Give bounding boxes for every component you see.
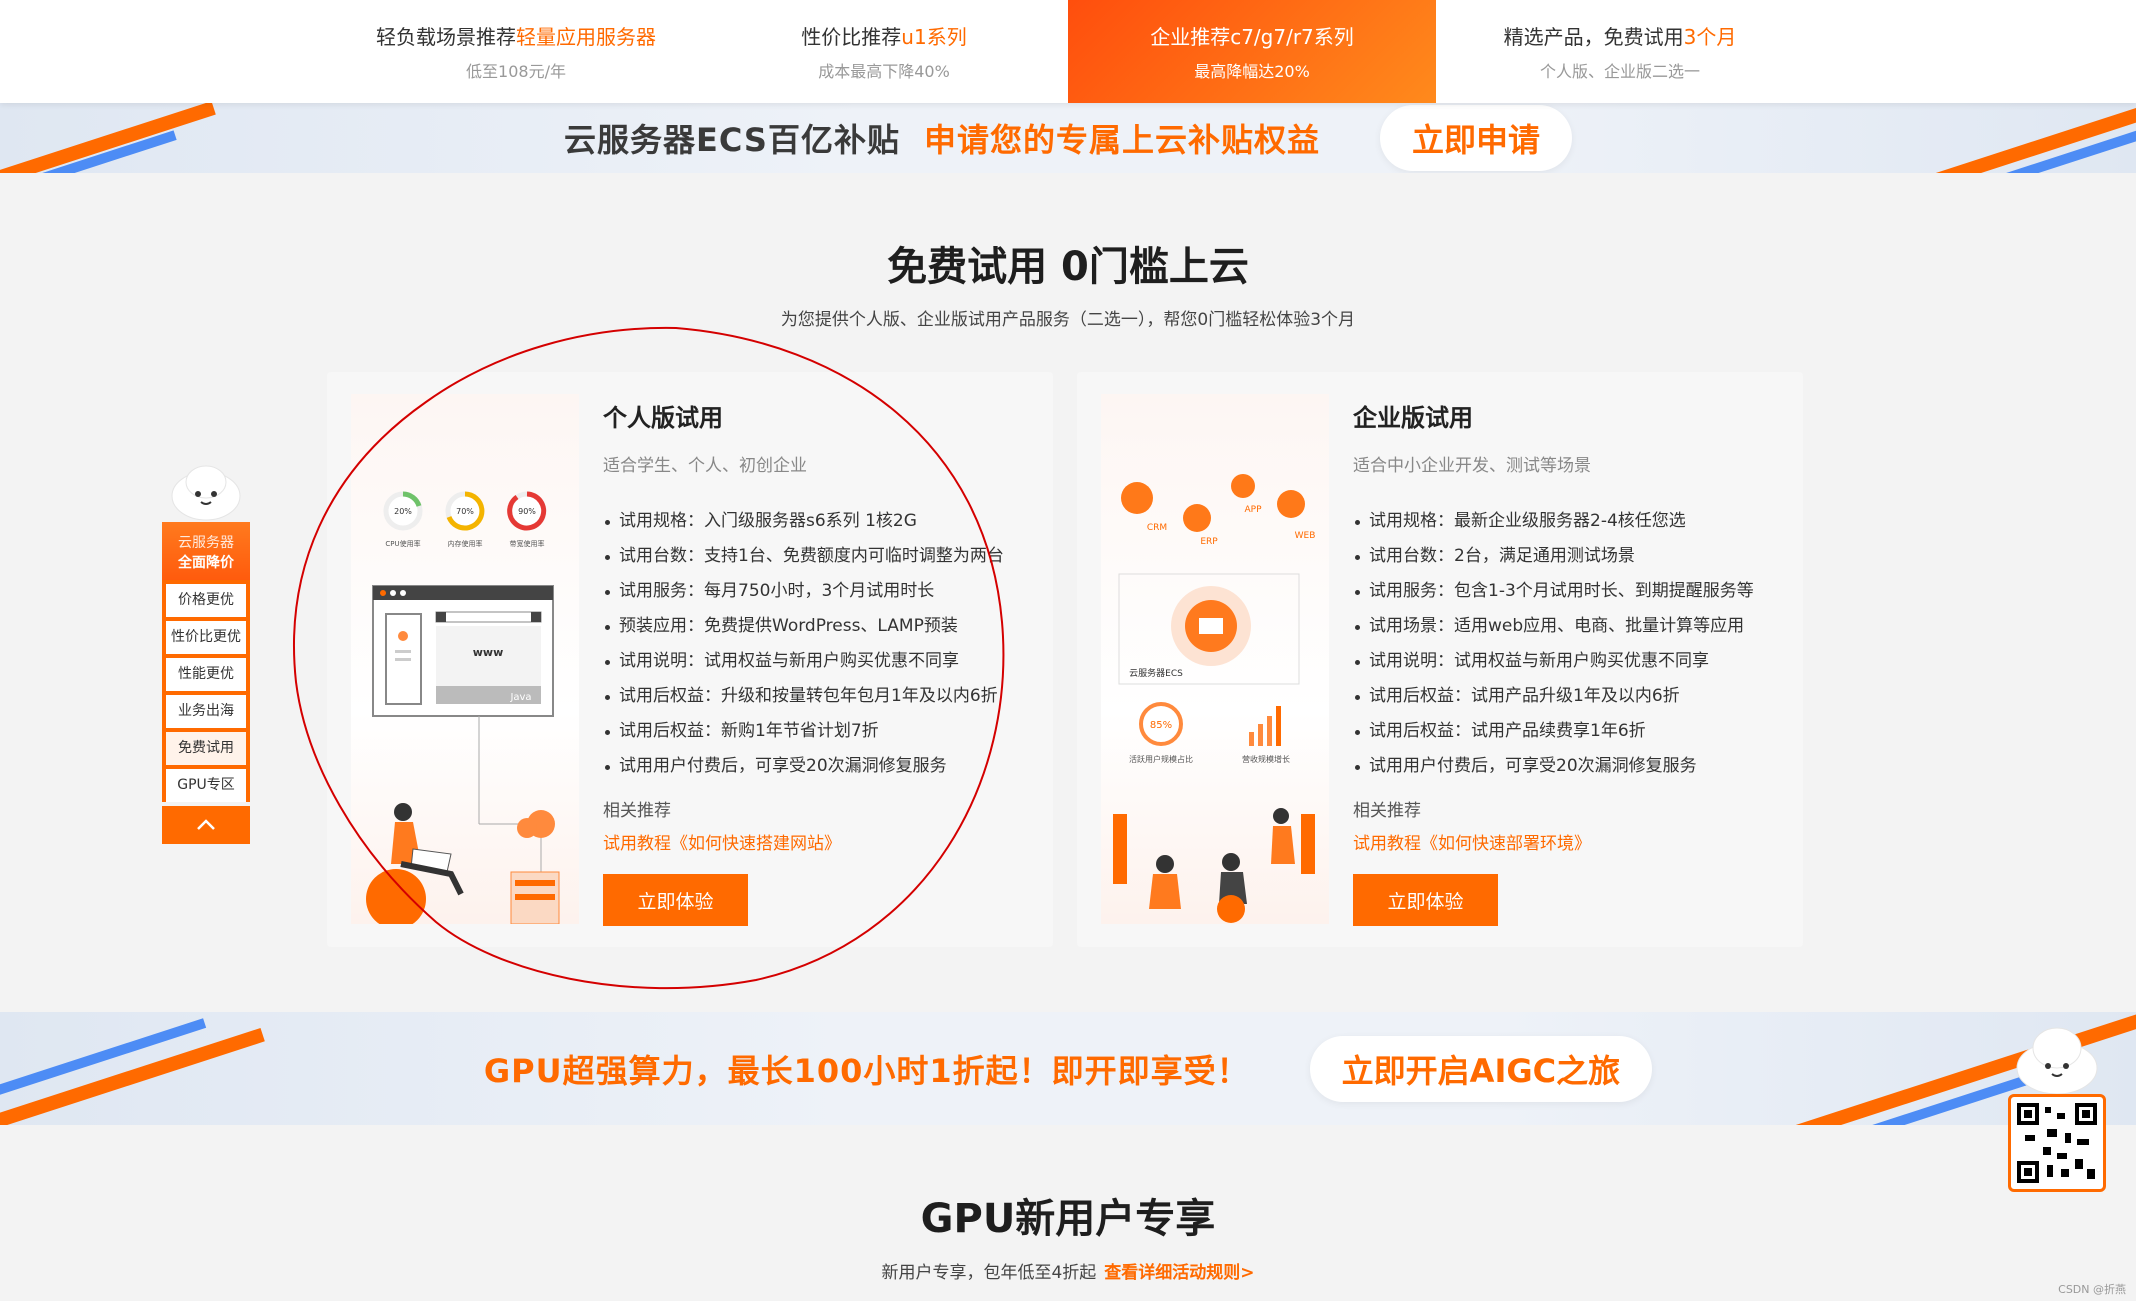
sidenav-item-gpu[interactable]: GPU专区: [166, 769, 246, 802]
qr-widget[interactable]: [2004, 1022, 2108, 1194]
sidenav-item-performance[interactable]: 性能更优: [166, 658, 246, 691]
personal-illustration: 20% 70% 90% CPU使用率 内存使用率 带宽使用率 www Java: [351, 394, 579, 924]
try-now-button[interactable]: 立即体验: [603, 874, 748, 926]
banner-highlight: 申请您的专属上云补贴权益: [923, 121, 1320, 159]
list-item: 试用台数：支持1台、免费额度内可临时调整为两台: [603, 539, 1043, 574]
aigc-button[interactable]: 立即开启AIGC之旅: [1309, 1035, 1653, 1102]
svg-text:CRM: CRM: [1147, 523, 1167, 533]
cloud-ecs-illustration: CRM ERP APP WEB 云服务器ECS 85% 活跃用户规模占比 营收规…: [1113, 474, 1316, 923]
svg-text:云服务器ECS: 云服务器ECS: [1129, 667, 1183, 679]
back-to-top-button[interactable]: [162, 806, 250, 844]
section-title: 免费试用 0门槛上云: [887, 244, 1249, 290]
try-now-button[interactable]: 立即体验: [1353, 874, 1498, 926]
svg-text:Java: Java: [509, 692, 531, 703]
svg-text:带宽使用率: 带宽使用率: [510, 539, 545, 548]
svg-text:内存使用率: 内存使用率: [448, 539, 483, 548]
svg-text:WEB: WEB: [1295, 531, 1316, 541]
list-item: 试用台数：2台，满足通用测试场景: [1353, 539, 1793, 574]
list-item: 试用后权益：新购1年节省计划7折: [603, 714, 1043, 749]
trial-feature-list: 试用规格：最新企业级服务器2-4核任您选 试用台数：2台，满足通用测试场景 试用…: [1353, 504, 1793, 784]
list-item: 试用规格：入门级服务器s6系列 1核2G: [603, 504, 1043, 539]
list-item: 试用服务：包含1-3个月试用时长、到期提醒服务等: [1353, 574, 1793, 609]
top-tabs: 轻负载场景推荐轻量应用服务器 低至108元/年 性价比推荐u1系列 成本最高下降…: [0, 0, 2136, 103]
card-description: 适合中小企业开发、测试等场景: [1353, 456, 1591, 476]
enterprise-illustration: CRM ERP APP WEB 云服务器ECS 85% 活跃用户规模占比 营收规…: [1101, 394, 1329, 924]
server-monitor-illustration: 20% 70% 90% CPU使用率 内存使用率 带宽使用率 www Java: [366, 491, 560, 924]
enterprise-trial-card: CRM ERP APP WEB 云服务器ECS 85% 活跃用户规模占比 营收规…: [1077, 372, 1803, 947]
card-description: 适合学生、个人、初创企业: [603, 456, 807, 476]
gpu-section-title: GPU新用户专享: [920, 1196, 1216, 1242]
list-item: 试用说明：试用权益与新用户购买优惠不同享: [603, 644, 1043, 679]
svg-text:www: www: [473, 646, 504, 659]
floating-sidenav: 云服务器 全面降价 价格更优 性价比更优 性能更优 业务出海 免费试用 GPU专…: [162, 462, 250, 844]
svg-text:ERP: ERP: [1200, 537, 1218, 547]
sidenav-item-overseas[interactable]: 业务出海: [166, 695, 246, 728]
decor-stripe: [0, 103, 216, 173]
personal-trial-card: 20% 70% 90% CPU使用率 内存使用率 带宽使用率 www Java …: [327, 372, 1053, 947]
chevron-up-icon: [197, 819, 215, 830]
list-item: 试用用户付费后，可享受20次漏洞修复服务: [603, 749, 1043, 784]
sidenav-item-value[interactable]: 性价比更优: [166, 621, 246, 654]
activity-rules-link[interactable]: 查看详细活动规则>: [1104, 1263, 1254, 1283]
list-item: 试用后权益：升级和按量转包年包月1年及以内6折: [603, 679, 1043, 714]
list-item: 试用用户付费后，可享受20次漏洞修复服务: [1353, 749, 1793, 784]
gpu-section-subtitle: 新用户专享，包年低至4折起 查看详细活动规则>: [881, 1263, 1255, 1283]
subsidy-banner: 云服务器ECS百亿补贴 申请您的专属上云补贴权益 立即申请: [0, 103, 2136, 173]
svg-text:APP: APP: [1244, 505, 1262, 515]
tab-lightweight[interactable]: 轻负载场景推荐轻量应用服务器 低至108元/年: [332, 0, 700, 103]
qr-code-icon: [2008, 1094, 2106, 1192]
svg-text:20%: 20%: [394, 507, 412, 516]
mascot-icon: [2016, 1027, 2098, 1095]
tab-value[interactable]: 性价比推荐u1系列 成本最高下降40%: [700, 0, 1068, 103]
related-title: 相关推荐: [603, 801, 671, 821]
tab-enterprise[interactable]: 企业推荐c7/g7/r7系列 最高降幅达20%: [1068, 0, 1436, 103]
gpu-banner-text: GPU超强算力，最长100小时1折起！即开即享受！: [483, 1051, 1250, 1090]
banner-title: 云服务器ECS百亿补贴: [563, 121, 900, 159]
section-subtitle: 为您提供个人版、企业版试用产品服务（二选一），帮您0门槛轻松体验3个月: [780, 310, 1356, 330]
list-item: 试用规格：最新企业级服务器2-4核任您选: [1353, 504, 1793, 539]
watermark: CSDN @折燕: [2058, 1283, 2126, 1296]
mascot-icon: [166, 462, 246, 522]
list-item: 试用说明：试用权益与新用户购买优惠不同享: [1353, 644, 1793, 679]
gpu-banner: GPU超强算力，最长100小时1折起！即开即享受！ 立即开启AIGC之旅: [0, 1012, 2136, 1125]
svg-text:营收规模增长: 营收规模增长: [1242, 754, 1290, 764]
card-title: 企业版试用: [1353, 404, 1473, 432]
list-item: 试用场景：适用web应用、电商、批量计算等应用: [1353, 609, 1793, 644]
tutorial-link[interactable]: 试用教程《如何快速搭建网站》: [603, 829, 1043, 854]
trial-feature-list: 试用规格：入门级服务器s6系列 1核2G 试用台数：支持1台、免费额度内可临时调…: [603, 504, 1043, 784]
svg-text:CPU使用率: CPU使用率: [385, 539, 420, 548]
list-item: 试用服务：每月750小时，3个月试用时长: [603, 574, 1043, 609]
sidenav-item-free-trial[interactable]: 免费试用: [166, 732, 246, 765]
tutorial-link[interactable]: 试用教程《如何快速部署环境》: [1353, 829, 1793, 854]
svg-text:85%: 85%: [1150, 720, 1172, 731]
list-item: 试用后权益：试用产品升级1年及以内6折: [1353, 679, 1793, 714]
list-item: 试用后权益：试用产品续费享1年6折: [1353, 714, 1793, 749]
list-item: 预装应用：免费提供WordPress、LAMP预装: [603, 609, 1043, 644]
apply-button[interactable]: 立即申请: [1380, 105, 1573, 171]
sidenav-item-price[interactable]: 价格更优: [166, 584, 246, 617]
tab-free-trial[interactable]: 精选产品，免费试用3个月 个人版、企业版二选一: [1436, 0, 1804, 103]
related-title: 相关推荐: [1353, 801, 1421, 821]
svg-text:90%: 90%: [518, 507, 536, 516]
sidenav-header: 云服务器 全面降价: [162, 522, 250, 580]
card-title: 个人版试用: [603, 404, 723, 432]
svg-text:活跃用户规模占比: 活跃用户规模占比: [1129, 754, 1193, 764]
svg-text:70%: 70%: [456, 507, 474, 516]
